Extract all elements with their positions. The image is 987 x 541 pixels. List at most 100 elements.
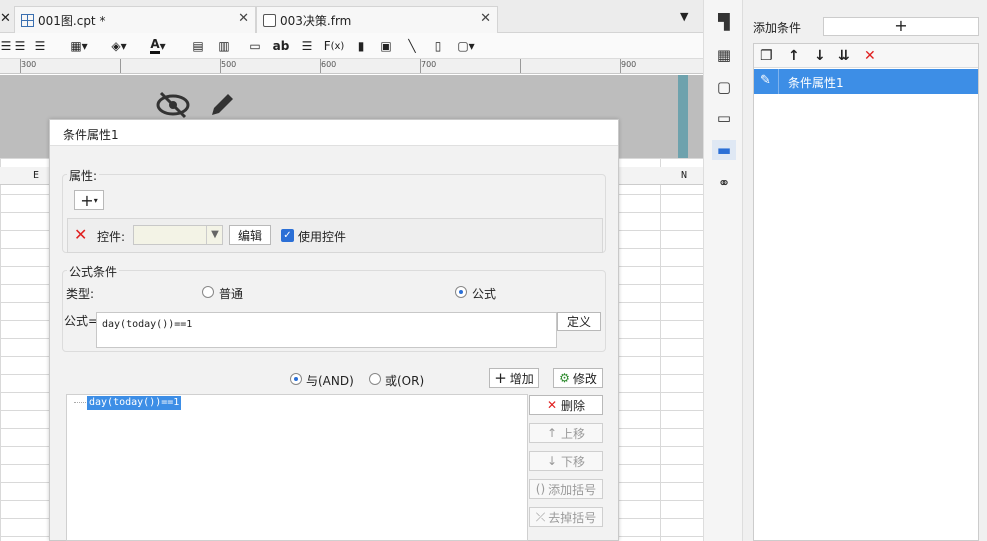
logic-option-and: 与(AND) [306, 374, 354, 388]
slash-cell-icon[interactable]: ╲ [403, 37, 421, 55]
remove-bracket-button-label: 去掉括号 [548, 510, 597, 525]
side-icon-strip: ▜ ▦ ▢ ▭ ▬ ⚭ [703, 0, 743, 541]
hyperlink-icon[interactable]: ⚭ [714, 173, 734, 193]
ruler-label: 900 [621, 60, 637, 69]
delete-button-label: 删除 [561, 398, 586, 413]
type-option-normal: 普通 [219, 287, 244, 301]
form-file-icon [263, 13, 276, 27]
align-center-icon[interactable]: ☰ [12, 37, 28, 55]
cell-attributes-icon[interactable]: ▜ [714, 12, 734, 32]
control-select[interactable]: ▼ [133, 225, 223, 245]
close-icon[interactable]: ✕ [480, 11, 491, 26]
text-field-icon[interactable]: ▭ [246, 37, 264, 55]
cell-element-icon[interactable]: ▦ [714, 45, 734, 65]
formula-label: 公式= [64, 314, 99, 328]
attributes-section-label: 属性: [67, 167, 100, 184]
delete-icon[interactable]: ✕ [864, 48, 876, 64]
ruler-label: 600 [321, 60, 337, 69]
move-bottom-icon[interactable]: ⇊ [838, 48, 850, 64]
type-radio-normal[interactable] [202, 286, 214, 298]
add-button-label: 增加 [509, 371, 534, 386]
plus-icon: + [80, 190, 94, 210]
font-color-icon[interactable]: A ▾ [142, 37, 174, 55]
toolbar: ☰ ☰ ☰ ▦▾ ◈▾ A ▾ ▤ ▥ ▭ ab ☰ F (x) ▮ ▣ ╲ ▯ ▢… [0, 33, 703, 59]
move-down-icon[interactable]: ↓ [814, 48, 826, 64]
rich-text-icon[interactable]: ☰ [298, 37, 316, 55]
modify-button-label: 修改 [572, 371, 597, 386]
move-up-button-label: 上移 [561, 426, 586, 441]
chevron-down-icon: ▾ [93, 195, 98, 205]
edit-button[interactable]: 编辑 [229, 225, 271, 245]
condition-attributes-icon[interactable]: ▬ [712, 140, 736, 160]
column-header[interactable]: N [681, 170, 687, 181]
add-attribute-button[interactable]: + ▾ [74, 190, 104, 210]
unmerge-cells-icon[interactable]: ▥ [215, 37, 233, 55]
copy-icon[interactable]: ❐ [760, 48, 773, 64]
bracket-icon: () [535, 482, 546, 496]
condition-tree[interactable] [66, 394, 528, 541]
float-element-icon[interactable]: ▢ [714, 77, 734, 97]
add-button[interactable]: + 增加 [489, 368, 539, 388]
control-label: 控件: [97, 230, 126, 244]
use-control-label: 使用控件 [298, 230, 347, 244]
move-down-button[interactable]: ↓ 下移 [529, 451, 603, 471]
float-element-icon[interactable]: ▢▾ [454, 37, 478, 55]
remove-bracket-button[interactable]: ⤫ 去掉括号 [529, 507, 603, 527]
move-up-button[interactable]: ↑ 上移 [529, 423, 603, 443]
delete-icon[interactable]: ✕ [74, 226, 87, 244]
condition-list [753, 43, 979, 541]
define-button[interactable]: 定义 [557, 312, 601, 331]
use-control-checkbox[interactable]: ✓ [281, 229, 294, 242]
logic-option-or: 或(OR) [385, 374, 425, 388]
condition-item-selected[interactable]: ✎ 条件属性1 [754, 69, 978, 94]
arrow-up-icon: ↑ [546, 426, 558, 440]
tab-003-frm[interactable]: 003决策.frm ✕ [256, 6, 498, 33]
condition-item-label: 条件属性1 [788, 76, 844, 90]
widget-icon[interactable]: ▭ [714, 108, 734, 128]
close-icon[interactable]: ✕ [0, 11, 11, 26]
canvas-scroll-marker [678, 75, 688, 158]
fill-color-icon[interactable]: ◈▾ [104, 37, 134, 55]
type-option-formula: 公式 [472, 287, 497, 301]
align-right-icon[interactable]: ☰ [32, 37, 48, 55]
image-icon[interactable]: ▣ [377, 37, 395, 55]
logic-radio-and[interactable] [290, 373, 302, 385]
sub-report-icon[interactable]: ▯ [429, 37, 447, 55]
bar-chart-icon[interactable]: ▮ [352, 37, 370, 55]
arrow-down-icon: ↓ [546, 454, 558, 468]
merge-cells-icon[interactable]: ▤ [189, 37, 207, 55]
logic-radio-or[interactable] [369, 373, 381, 385]
close-icon[interactable]: ✕ [238, 11, 249, 26]
modify-icon: ⚙ [559, 371, 570, 385]
align-justify-icon[interactable]: ☰ [0, 37, 12, 55]
ruler-label: 700 [421, 60, 437, 69]
formula-input[interactable]: day(today())==1 [96, 312, 557, 348]
add-condition-button[interactable]: + [823, 17, 979, 36]
move-down-button-label: 下移 [561, 454, 586, 469]
tab-label: 003决策.frm [280, 13, 352, 28]
modify-button[interactable]: ⚙ 修改 [553, 368, 603, 388]
chevron-down-icon: ▼ [206, 226, 223, 244]
text-icon[interactable]: ab [272, 37, 290, 55]
tab-001-cpt[interactable]: 001图.cpt * ✕ [14, 6, 256, 33]
tab-bar: ✕ 001图.cpt * ✕ 003决策.frm ✕ ▼ [0, 0, 703, 33]
remove-bracket-icon: ⤫ [535, 509, 546, 524]
type-label: 类型: [66, 287, 95, 301]
delete-icon: ✕ [546, 398, 558, 412]
type-radio-formula[interactable] [455, 286, 467, 298]
dialog-title: 条件属性1 [63, 128, 119, 142]
delete-button[interactable]: ✕ 删除 [529, 395, 603, 415]
condition-tree-item[interactable]: day(today())==1 [87, 396, 182, 410]
formula-icon[interactable]: F (x) [324, 37, 345, 55]
ruler-label: 300 [21, 60, 37, 69]
dialog-title-bar: 条件属性1 [50, 120, 618, 146]
add-condition-label: 添加条件 [753, 21, 802, 35]
move-up-icon[interactable]: ↑ [788, 48, 800, 64]
edit-pencil-icon: ✎ [760, 73, 771, 88]
column-header[interactable]: E [33, 170, 39, 181]
border-icon[interactable]: ▦▾ [64, 37, 94, 55]
condition-list-toolbar: ❐ ↑ ↓ ⇊ ✕ [754, 44, 978, 68]
formula-section-label: 公式条件 [67, 263, 120, 280]
add-bracket-button[interactable]: () 添加括号 [529, 479, 603, 499]
tab-menu-icon[interactable]: ▼ [680, 10, 688, 23]
